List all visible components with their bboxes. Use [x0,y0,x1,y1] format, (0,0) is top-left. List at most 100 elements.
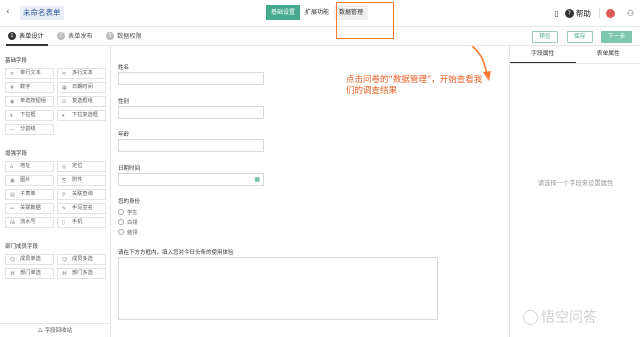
tab-basic-settings[interactable]: 基础设置 [266,5,301,20]
watermark: 悟空问答 [523,307,597,327]
watermark-text: 悟空问答 [541,310,597,326]
step-form-publish[interactable]: 2 表单发布 [57,31,93,40]
field-dept-single[interactable]: ⌘ 部门单选 [5,268,54,279]
field-label: 关联数据 [20,205,41,211]
header-right-icons: ▯ ? 帮助 ⚇ [548,5,640,21]
users-icon: ☺ [62,257,68,263]
step-data-permissions[interactable]: 3 数据权限 [106,31,142,40]
address-icon: ⌂ [10,164,14,170]
field-linked-data[interactable]: ⚯ 关联数据 [5,203,54,214]
image-icon: ▣ [10,178,15,184]
name-input[interactable] [118,72,264,85]
radio-option-white-collar[interactable]: 白领 [118,218,138,226]
experience-textarea[interactable] [118,257,438,320]
field-label-age: 年龄 [118,132,130,138]
field-member-multi[interactable]: ☺ 成员多选 [57,254,106,265]
datetime-input[interactable]: ▦ [118,173,264,186]
field-checkbox-group[interactable]: ☑ 复选框组 [57,96,106,107]
field-label: 手写签名 [72,205,93,211]
checkbox-icon: ☑ [62,99,67,105]
field-single-line-text[interactable]: ≡ 单行文本 [5,68,54,79]
properties-tabs: 字段属性 表单属性 [510,46,640,64]
step-form-design[interactable]: 1 表单设计 [8,31,44,40]
field-label: 定位 [72,163,83,169]
field-label-datetime: 日期时间 [118,166,141,172]
field-address[interactable]: ⌂ 地址 [5,161,54,172]
field-palette: 基础字段 ≡ 单行文本 ≡ 多行文本 # 数字 ▦ 日期时间 ◉ 单选按钮组 ☑ 复选框组 … [0,46,111,337]
serial-icon: № [10,220,16,226]
field-attachment[interactable]: ⎘ 附件 [57,175,106,186]
field-dropdown[interactable]: ▾ 下拉框 [5,110,54,121]
field-dropdown-multi[interactable]: ▾ 下拉复选框 [57,110,106,121]
field-label-experience: 请在下方方框内，填入您对今日头条的使用体验 [118,250,234,256]
field-label: 成员单选 [20,256,41,262]
field-dept-multi[interactable]: ⌘ 部门多选 [57,268,106,279]
back-arrow-icon[interactable]: ‹ [6,7,10,17]
form-title[interactable]: 未命名表单 [20,6,64,20]
tab-extensions[interactable]: 扩展功能 [300,5,334,20]
field-recycle-bin[interactable]: ♺ 字段回收站 [0,323,110,337]
field-image[interactable]: ▣ 图片 [5,175,54,186]
field-phone[interactable]: ▯ 手机 [57,217,106,228]
gender-input[interactable] [118,106,264,119]
text-icon: ≡ [10,71,15,77]
field-label: 多行文本 [72,70,93,76]
properties-panel: 字段属性 表单属性 请选择一个字段来设置属性 [509,46,640,337]
field-multi-line-text[interactable]: ≡ 多行文本 [57,68,106,79]
field-label: 关联查询 [72,191,93,197]
field-divider[interactable]: — 分割线 [5,124,54,135]
recycle-icon: ♺ [37,328,45,334]
field-label-name: 姓名 [118,65,130,71]
field-label: 图片 [20,177,31,183]
radio-option-student[interactable]: 学生 [118,208,138,216]
phone-icon: ▯ [62,220,65,226]
phone-icon[interactable]: ▯ [554,9,558,18]
field-label: 单选按钮组 [20,98,46,104]
field-number[interactable]: # 数字 [5,82,54,93]
field-label: 分割线 [20,126,36,132]
field-member-single[interactable]: ☺ 成员单选 [5,254,54,265]
step-number: 2 [57,31,65,40]
field-label: 流水号 [20,219,36,225]
avatar-icon[interactable]: ⚇ [627,9,634,18]
bell-icon[interactable] [605,8,615,18]
help-button[interactable]: ? 帮助 [564,8,591,19]
radio-label: 蓝领 [127,230,138,236]
empty-properties-hint: 请选择一个字段来设置属性 [537,180,614,187]
annotation-arrow-icon [471,46,491,81]
text-icon: ≡ [62,71,67,77]
help-icon: ? [564,8,574,18]
group-title-basic: 基础字段 [5,58,28,64]
next-step-button[interactable]: 下一步 [601,31,633,43]
user-icon: ☺ [10,257,16,263]
save-button[interactable]: 保存 [567,31,593,43]
step-label: 表单设计 [19,33,44,40]
recycle-label: 字段回收站 [44,328,73,334]
field-linked-query[interactable]: ⚲ 关联查询 [57,189,106,200]
preview-button[interactable]: 预览 [532,31,558,43]
pen-icon: ✎ [62,206,67,212]
help-label: 帮助 [575,8,591,18]
field-datetime[interactable]: ▦ 日期时间 [57,82,106,93]
field-label-gender: 性别 [118,99,130,105]
subform-icon: ▤ [10,192,15,198]
field-location[interactable]: ◎ 定位 [57,161,106,172]
field-subform[interactable]: ▤ 子表单 [5,189,54,200]
field-signature[interactable]: ✎ 手写签名 [57,203,106,214]
step-number: 3 [106,31,114,40]
calendar-icon[interactable]: ▦ [254,176,260,183]
number-icon: # [10,85,15,91]
field-radio-group[interactable]: ◉ 单选按钮组 [5,96,54,107]
department-icon: ⌘ [10,271,15,277]
step-label: 表单发布 [68,33,93,40]
field-label: 地址 [20,163,31,169]
age-input[interactable] [118,139,264,152]
group-title-dept-member: 部门成员字段 [5,244,39,250]
field-label: 日期时间 [72,84,93,90]
field-serial-number[interactable]: № 流水号 [5,217,54,228]
radio-option-blue-collar[interactable]: 蓝领 [118,228,138,236]
tab-form-properties[interactable]: 表单属性 [576,46,640,63]
tab-field-properties[interactable]: 字段属性 [510,46,576,63]
field-label: 成员多选 [72,256,93,262]
radio-icon: ◉ [10,99,15,105]
